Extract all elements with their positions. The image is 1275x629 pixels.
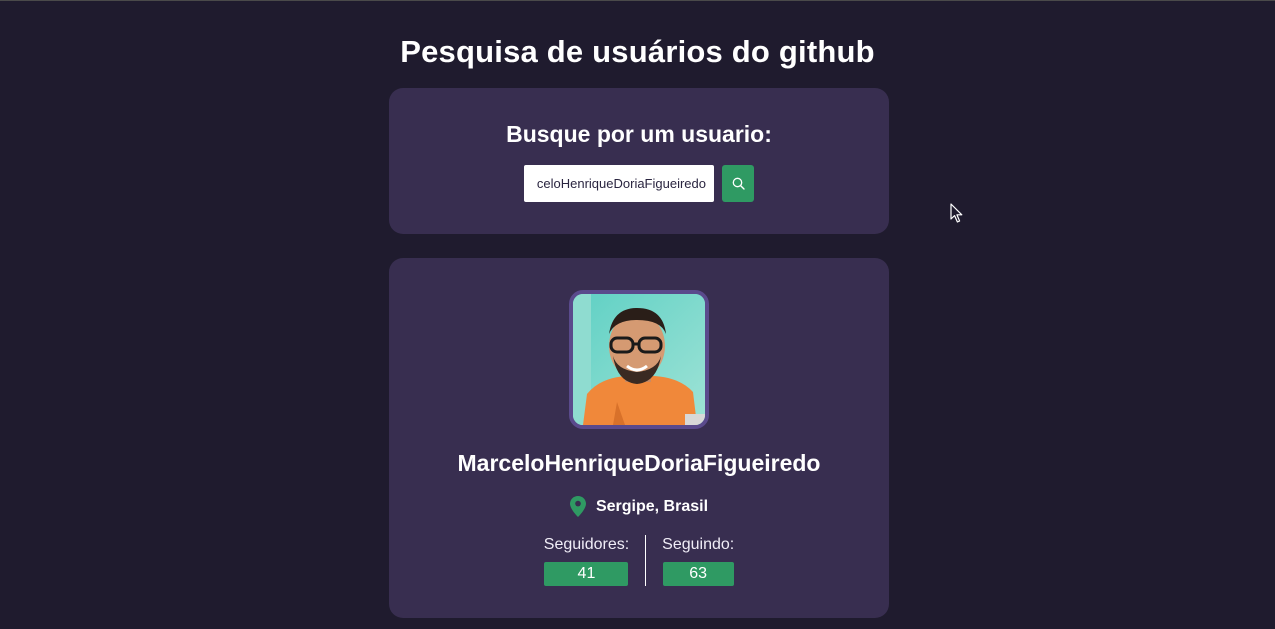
followers-stat: Seguidores: 41 bbox=[544, 535, 645, 586]
avatar-photo bbox=[573, 294, 705, 425]
followers-label: Seguidores: bbox=[543, 536, 630, 553]
search-icon bbox=[732, 177, 745, 190]
mouse-cursor-icon bbox=[950, 203, 963, 223]
page-title: Pesquisa de usuários do github bbox=[400, 34, 875, 69]
search-button[interactable] bbox=[722, 165, 754, 202]
search-heading: Busque por um usuario: bbox=[506, 121, 772, 147]
profile-stats: Seguidores: 41 Seguindo: 63 bbox=[389, 535, 889, 586]
search-input[interactable]: celoHenriqueDoriaFigueiredo bbox=[524, 165, 714, 202]
following-stat: Seguindo: 63 bbox=[646, 535, 734, 586]
following-label: Seguindo: bbox=[662, 536, 735, 553]
window-top-border bbox=[0, 0, 1275, 1]
location-text: Sergipe, Brasil bbox=[595, 497, 709, 515]
following-count: 63 bbox=[662, 562, 734, 586]
avatar bbox=[569, 290, 709, 429]
profile-location: Sergipe, Brasil bbox=[389, 496, 889, 517]
search-card: Busque por um usuario: celoHenriqueDoria… bbox=[389, 88, 889, 234]
profile-card: MarceloHenriqueDoriaFigueiredo Sergipe, … bbox=[389, 258, 889, 618]
map-pin-icon bbox=[569, 496, 586, 517]
profile-name: MarceloHenriqueDoriaFigueiredo bbox=[457, 450, 821, 476]
followers-count: 41 bbox=[544, 562, 629, 586]
